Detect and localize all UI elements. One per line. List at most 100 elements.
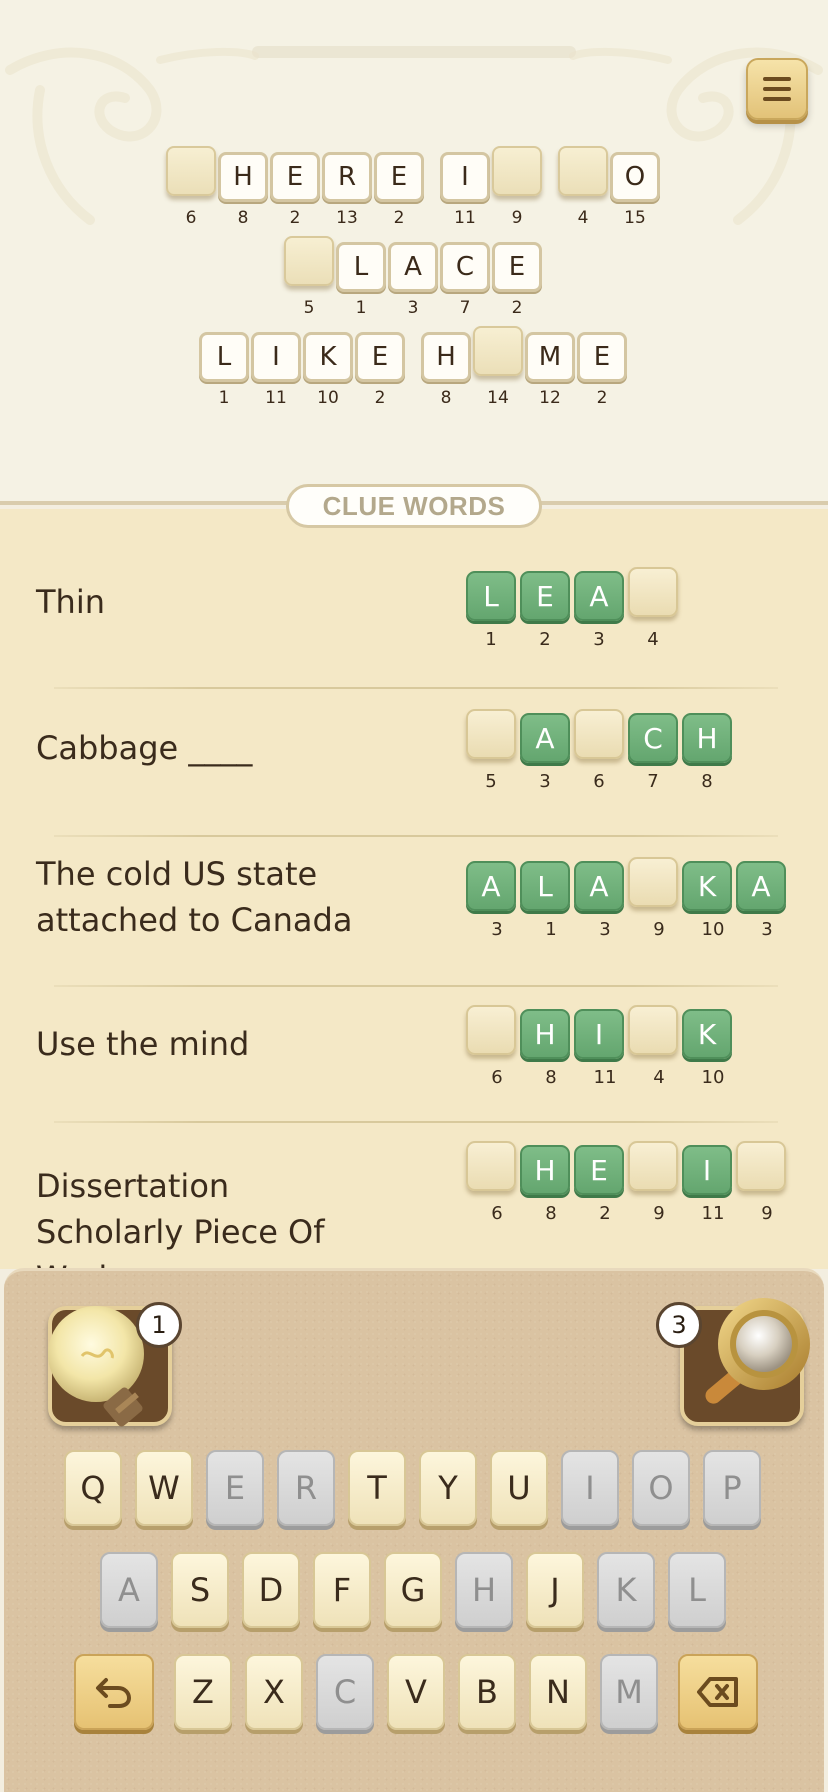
key-j[interactable]: J bbox=[526, 1552, 584, 1628]
phrase-tile-number: 11 bbox=[454, 208, 476, 228]
clue-row[interactable]: Dissertation Scholarly Piece Of Work6H8E… bbox=[0, 1123, 828, 1297]
key-i[interactable]: I bbox=[561, 1450, 619, 1526]
clue-blank-tile[interactable] bbox=[628, 567, 678, 617]
clue-letter-tile[interactable]: E bbox=[520, 571, 570, 621]
clue-letter-tile[interactable]: A bbox=[574, 861, 624, 911]
phrase-letter-tile[interactable]: E bbox=[374, 152, 424, 202]
phrase-letter-tile[interactable]: L bbox=[199, 332, 249, 382]
phrase-letter-tile[interactable]: E bbox=[270, 152, 320, 202]
menu-button[interactable] bbox=[746, 58, 808, 120]
clue-tile-number: 3 bbox=[599, 919, 611, 940]
phrase-letter-tile[interactable]: H bbox=[218, 152, 268, 202]
key-v[interactable]: V bbox=[387, 1654, 445, 1730]
phrase-tile-number: 9 bbox=[511, 208, 523, 228]
phrase-blank-tile[interactable] bbox=[284, 236, 334, 286]
magnifying-glass-icon bbox=[705, 1298, 810, 1404]
phrase-blank-tile[interactable] bbox=[492, 146, 542, 196]
clue-blank-tile[interactable] bbox=[466, 1141, 516, 1191]
clue-letter-tile[interactable]: I bbox=[682, 1145, 732, 1195]
clue-row[interactable]: Thin L 1 E 2 A 3 4 bbox=[0, 549, 828, 689]
phrase-letter-tile[interactable]: O bbox=[610, 152, 660, 202]
key-x[interactable]: X bbox=[245, 1654, 303, 1730]
phrase-letter-tile[interactable]: C bbox=[440, 242, 490, 292]
key-t[interactable]: T bbox=[348, 1450, 406, 1526]
key-w[interactable]: W bbox=[135, 1450, 193, 1526]
clue-letter-tile[interactable]: E bbox=[574, 1145, 624, 1195]
phrase-letter-tile[interactable]: I bbox=[251, 332, 301, 382]
clue-letter-tile[interactable]: H bbox=[520, 1009, 570, 1059]
undo-button[interactable] bbox=[74, 1654, 154, 1730]
phrase-letter-tile[interactable]: E bbox=[492, 242, 542, 292]
clue-blank-tile[interactable] bbox=[628, 857, 678, 907]
hamburger-icon bbox=[763, 77, 791, 81]
key-c[interactable]: C bbox=[316, 1654, 374, 1730]
key-m[interactable]: M bbox=[600, 1654, 658, 1730]
phrase-blank-tile[interactable] bbox=[166, 146, 216, 196]
clue-letter-tile[interactable]: A bbox=[574, 571, 624, 621]
clue-letter-tile[interactable]: A bbox=[466, 861, 516, 911]
key-e[interactable]: E bbox=[206, 1450, 264, 1526]
key-a[interactable]: A bbox=[100, 1552, 158, 1628]
clue-blank-tile[interactable] bbox=[736, 1141, 786, 1191]
undo-arrow-icon bbox=[96, 1678, 132, 1708]
key-p[interactable]: P bbox=[703, 1450, 761, 1526]
clue-row[interactable]: The cold US state attached to Canada A 3 L 1… bbox=[0, 837, 828, 987]
clue-letter-tile[interactable]: H bbox=[682, 713, 732, 763]
clue-blank-tile[interactable] bbox=[466, 1005, 516, 1055]
magnifier-count-badge: 3 bbox=[656, 1302, 702, 1348]
phrase-letter-tile[interactable]: H bbox=[421, 332, 471, 382]
clue-blank-tile[interactable] bbox=[628, 1005, 678, 1055]
clue-blank-tile[interactable] bbox=[628, 1141, 678, 1191]
clue-tile-number: 3 bbox=[539, 771, 551, 792]
clue-blank-tile[interactable] bbox=[574, 709, 624, 759]
phrase-blank-tile[interactable] bbox=[473, 326, 523, 376]
phrase-letter-tile[interactable]: I bbox=[440, 152, 490, 202]
key-o[interactable]: O bbox=[632, 1450, 690, 1526]
phrase-tile-number: 2 bbox=[393, 208, 405, 228]
phrase-tile-number: 2 bbox=[596, 388, 608, 408]
key-u[interactable]: U bbox=[490, 1450, 548, 1526]
puzzle-area: 6 H 8 E 2 R 13 E 2 I 11 9 4 O 15 5 L 1 A 3 C 7 E 2 L 1 I 11 K 10 E 2 H 8 1… bbox=[0, 0, 828, 505]
clue-letter-tile[interactable]: K bbox=[682, 1009, 732, 1059]
phrase-letter-tile[interactable]: R bbox=[322, 152, 372, 202]
key-z[interactable]: Z bbox=[174, 1654, 232, 1730]
clue-letter-tile[interactable]: C bbox=[628, 713, 678, 763]
phrase-tile-number: 4 bbox=[577, 208, 589, 228]
phrase-letter-tile[interactable]: E bbox=[355, 332, 405, 382]
key-l[interactable]: L bbox=[668, 1552, 726, 1628]
key-s[interactable]: S bbox=[171, 1552, 229, 1628]
backspace-button[interactable] bbox=[678, 1654, 758, 1730]
key-d[interactable]: D bbox=[242, 1552, 300, 1628]
key-g[interactable]: G bbox=[384, 1552, 442, 1628]
hint-count-badge: 1 bbox=[136, 1302, 182, 1348]
clue-tile-number: 10 bbox=[701, 919, 725, 940]
clue-row[interactable]: Cabbage ____ 5 A 3 6 C 7 H 8 bbox=[0, 689, 828, 837]
phrase-tile-number: 2 bbox=[374, 388, 386, 408]
key-r[interactable]: R bbox=[277, 1450, 335, 1526]
key-y[interactable]: Y bbox=[419, 1450, 477, 1526]
key-f[interactable]: F bbox=[313, 1552, 371, 1628]
clue-letter-tile[interactable]: A bbox=[520, 713, 570, 763]
clue-letter-tile[interactable]: A bbox=[736, 861, 786, 911]
clue-letter-tile[interactable]: K bbox=[682, 861, 732, 911]
phrase-letter-tile[interactable]: M bbox=[525, 332, 575, 382]
key-b[interactable]: B bbox=[458, 1654, 516, 1730]
clue-text: Cabbage ____ bbox=[36, 729, 253, 767]
phrase-letter-tile[interactable]: K bbox=[303, 332, 353, 382]
clue-letter-tile[interactable]: H bbox=[520, 1145, 570, 1195]
key-k[interactable]: K bbox=[597, 1552, 655, 1628]
clue-row[interactable]: Use the mind 6 H 8 I 11 4 K 10 bbox=[0, 987, 828, 1123]
clue-letter-tile[interactable]: L bbox=[466, 571, 516, 621]
clue-letter-tile[interactable]: I bbox=[574, 1009, 624, 1059]
key-h[interactable]: H bbox=[455, 1552, 513, 1628]
key-n[interactable]: N bbox=[529, 1654, 587, 1730]
key-q[interactable]: Q bbox=[64, 1450, 122, 1526]
phrase-tile-number: 12 bbox=[539, 388, 561, 408]
phrase-letter-tile[interactable]: E bbox=[577, 332, 627, 382]
phrase-letter-tile[interactable]: A bbox=[388, 242, 438, 292]
phrase-blank-tile[interactable] bbox=[558, 146, 608, 196]
phrase-letter-tile[interactable]: L bbox=[336, 242, 386, 292]
phrase-tile-number: 1 bbox=[355, 298, 367, 318]
clue-blank-tile[interactable] bbox=[466, 709, 516, 759]
clue-letter-tile[interactable]: L bbox=[520, 861, 570, 911]
